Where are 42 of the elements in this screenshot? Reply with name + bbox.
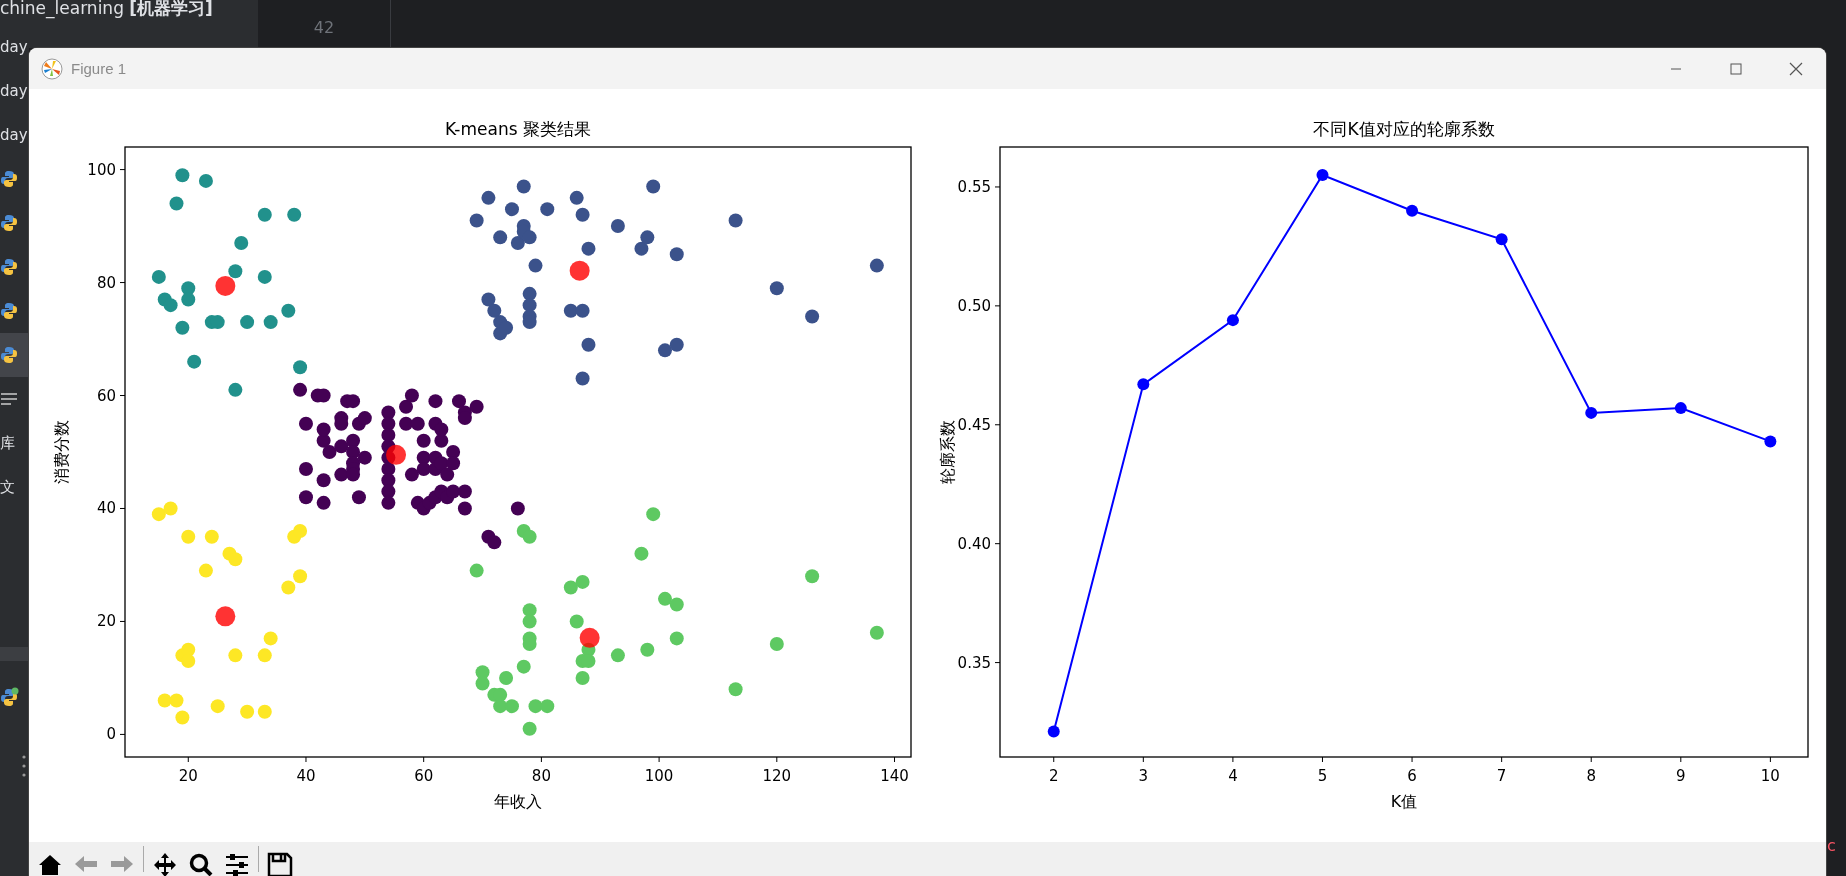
line-number: 42 xyxy=(313,18,335,38)
tick-label: 0.35 xyxy=(957,653,991,672)
sidebar-item[interactable]: 文 xyxy=(0,477,15,497)
sidebar-item[interactable]: 库 xyxy=(0,433,15,453)
sidebar-item[interactable]: day xyxy=(0,126,28,144)
tick-label: 6 xyxy=(1407,767,1417,785)
axis-label: K值 xyxy=(1390,792,1418,811)
tick-label: 60 xyxy=(414,767,434,785)
code-text: c xyxy=(1827,836,1836,855)
axis-label: 消费分数 xyxy=(52,420,71,484)
chart-title: K-means 聚类结果 xyxy=(445,119,591,139)
tick-label: 120 xyxy=(762,767,792,785)
tick-label: 140 xyxy=(880,767,909,785)
tick-label: 60 xyxy=(96,386,116,405)
tick-label: 8 xyxy=(1586,767,1596,785)
tick-label: 0.45 xyxy=(957,415,991,434)
tick-label: 5 xyxy=(1317,767,1328,785)
tick-label: 40 xyxy=(96,499,116,518)
tick-label: 80 xyxy=(96,273,116,292)
tick-label: 4 xyxy=(1228,767,1238,785)
tick-label: 0.55 xyxy=(957,177,991,196)
tick-label: 9 xyxy=(1676,767,1686,785)
tick-label: 0.40 xyxy=(957,534,991,553)
tick-label: 40 xyxy=(296,767,316,785)
sidebar-item[interactable]: day xyxy=(0,38,28,56)
tick-label: 80 xyxy=(531,767,551,785)
tick-label: 0.50 xyxy=(957,296,991,315)
tick-label: 3 xyxy=(1138,767,1149,785)
chart-title: 不同K值对应的轮廓系数 xyxy=(1313,119,1495,139)
axis-label: 轮廓系数 xyxy=(938,420,957,484)
tick-label: 20 xyxy=(96,612,116,631)
tick-label: 100 xyxy=(87,160,116,179)
tick-label: 20 xyxy=(178,767,198,785)
tick-label: 7 xyxy=(1496,767,1507,785)
window-title: Figure 1 xyxy=(71,60,127,77)
tick-label: 0 xyxy=(106,725,116,744)
tick-label: 2 xyxy=(1048,767,1059,785)
tick-label: 10 xyxy=(1760,767,1780,785)
axis-label: 年收入 xyxy=(494,792,542,811)
tick-label: 100 xyxy=(644,767,674,785)
project-title: chine_learning [机器学习] xyxy=(0,0,213,20)
sidebar-item[interactable]: day xyxy=(0,82,28,100)
